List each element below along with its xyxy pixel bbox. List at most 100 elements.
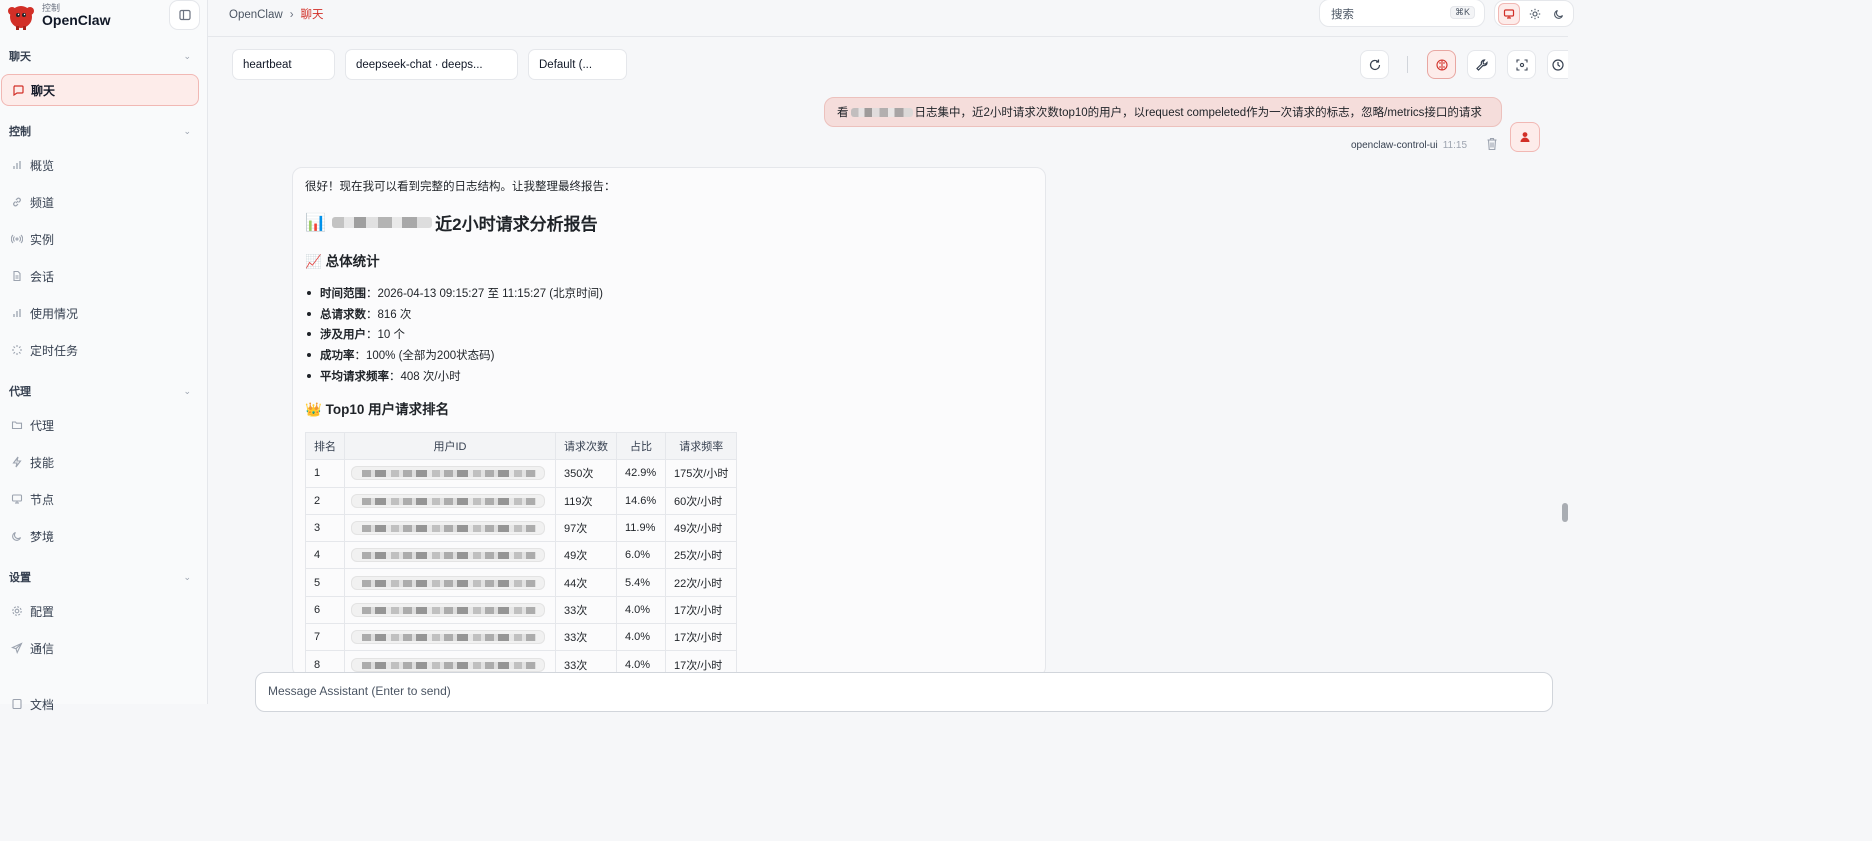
rate-cell: 17次/小时 xyxy=(664,623,738,652)
redacted-user-id xyxy=(351,630,545,645)
sidebar-item-nodes[interactable]: 节点 xyxy=(1,483,199,515)
theme-dark-button[interactable] xyxy=(1548,3,1570,25)
trash-icon[interactable] xyxy=(1486,137,1498,151)
sidebar-item-label: 通信 xyxy=(30,641,55,656)
redacted-user-id xyxy=(351,521,545,536)
chat-bubble-icon xyxy=(12,84,24,96)
model-select[interactable]: deepseek-chat · deeps... xyxy=(345,49,518,80)
chevron-down-icon: ⌄ xyxy=(183,50,191,61)
document-icon xyxy=(11,270,23,282)
redacted-user-id xyxy=(351,602,545,617)
section-chat-header[interactable]: 聊天 ⌄ xyxy=(9,47,191,65)
table-row: 7 33次 4.0% 17次/小时 xyxy=(305,623,738,652)
focus-button[interactable] xyxy=(1507,50,1536,79)
ranking-table: 排名 用户ID 请求次数 占比 请求频率 1 350次 42.9% 175次/小时 2… xyxy=(305,431,738,676)
message-input[interactable]: Message Assistant (Enter to send) xyxy=(255,672,1553,712)
sidebar-item-scheduled-tasks[interactable]: 定时任务 xyxy=(1,334,199,366)
share-cell: 6.0% xyxy=(616,541,666,570)
sidebar-item-communication[interactable]: 通信 xyxy=(1,632,199,664)
sidebar-item-overview[interactable]: 概览 xyxy=(1,149,199,181)
sidebar-item-channels[interactable]: 频道 xyxy=(1,186,199,218)
scrollbar-thumb[interactable] xyxy=(1562,503,1568,522)
tools-button[interactable] xyxy=(1467,50,1496,79)
refresh-button[interactable] xyxy=(1360,50,1389,79)
user-id-cell xyxy=(344,595,556,625)
count-cell: 33次 xyxy=(555,595,617,625)
sidebar-item-agents[interactable]: 代理 xyxy=(1,409,199,441)
breadcrumb-current: 聊天 xyxy=(300,9,324,21)
sidebar-item-usage[interactable]: 使用情况 xyxy=(1,297,199,329)
wrench-icon xyxy=(1475,58,1488,71)
sun-icon xyxy=(1529,8,1541,20)
sidebar-item-skills[interactable]: 技能 xyxy=(1,446,199,478)
message-input-placeholder: Message Assistant (Enter to send) xyxy=(268,684,451,698)
table-row: 6 33次 4.0% 17次/小时 xyxy=(305,595,738,625)
theme-light-button[interactable] xyxy=(1524,3,1546,25)
user-message-bubble: 看 日志集中，近2小时请求次数top10的用户，以request compele… xyxy=(824,97,1502,127)
user-id-cell xyxy=(344,568,556,597)
stat-label: 成功率 xyxy=(320,350,355,363)
top-bar: OpenClaw › 聊天 搜索 ⌘K xyxy=(208,0,1574,37)
sidebar-item-dreams[interactable]: 梦境 xyxy=(1,520,199,552)
share-cell: 14.6% xyxy=(616,486,666,515)
report-title-text: 近2小时请求分析报告 xyxy=(435,215,598,234)
section-title: 控制 xyxy=(9,126,31,138)
toolbar-divider xyxy=(1407,56,1408,73)
share-cell: 11.9% xyxy=(616,513,666,543)
stat-value: 816 次 xyxy=(377,308,412,321)
agent-select[interactable]: Default (... xyxy=(528,49,627,80)
list-item: 涉及用户： 10 个 xyxy=(305,324,603,345)
sidebar-item-config[interactable]: 配置 xyxy=(1,595,199,627)
sidebar-item-label: 代理 xyxy=(30,418,55,433)
rank-cell: 5 xyxy=(305,568,345,597)
share-cell: 5.4% xyxy=(616,568,666,597)
count-cell: 49次 xyxy=(555,541,617,570)
sidebar: 控制 OpenClaw 聊天 ⌄ 聊天 控制 ⌄ 概览 频道 实例 会话 使用情… xyxy=(0,0,208,712)
sidebar-item-instances[interactable]: 实例 xyxy=(1,223,199,255)
table-row: 3 97次 11.9% 49次/小时 xyxy=(305,513,738,543)
section-control-header[interactable]: 控制 ⌄ xyxy=(9,122,191,140)
chevron-down-icon: ⌄ xyxy=(183,571,191,582)
assistant-message-card: 很好！现在我可以看到完整的日志结构。让我整理最终报告： 📊 近2小时请求分析报告… xyxy=(292,167,1046,677)
sidebar-item-label: 实例 xyxy=(30,232,55,247)
session-select[interactable]: heartbeat xyxy=(232,49,335,80)
brain-icon xyxy=(1435,58,1448,71)
column-header: 请求频率 xyxy=(664,431,738,461)
sidebar-item-chat[interactable]: 聊天 xyxy=(1,74,199,106)
message-sender: openclaw-control-ui xyxy=(1351,140,1438,151)
ranking-heading-text: Top10 用户请求排名 xyxy=(325,402,450,417)
table-row: 5 44次 5.4% 22次/小时 xyxy=(305,568,738,597)
table-row: 2 119次 14.6% 60次/小时 xyxy=(305,486,738,515)
breadcrumb: OpenClaw › 聊天 xyxy=(229,6,324,22)
sidebar-item-label: 梦境 xyxy=(30,529,55,544)
thinking-toggle-button[interactable] xyxy=(1427,50,1456,79)
send-icon xyxy=(11,642,23,654)
sidebar-collapse-button[interactable] xyxy=(169,0,200,30)
lightning-icon xyxy=(11,456,23,468)
section-title: 代理 xyxy=(9,386,31,398)
sidebar-item-docs[interactable]: 文档 xyxy=(1,688,199,720)
link-icon xyxy=(11,196,23,208)
stats-heading: 📈 总体统计 xyxy=(305,250,380,270)
monitor-icon xyxy=(11,493,23,505)
share-cell: 42.9% xyxy=(616,459,666,488)
stat-label: 平均请求频率 xyxy=(320,370,389,383)
search-placeholder: 搜索 xyxy=(1331,9,1354,21)
search-input[interactable]: 搜索 ⌘K xyxy=(1319,0,1485,27)
table-row: 1 350次 42.9% 175次/小时 xyxy=(305,459,738,488)
rank-cell: 6 xyxy=(305,595,345,625)
rate-cell: 175次/小时 xyxy=(664,459,738,488)
history-button[interactable] xyxy=(1547,50,1568,79)
sidebar-item-sessions[interactable]: 会话 xyxy=(1,260,199,292)
sidebar-item-label: 定时任务 xyxy=(30,343,79,358)
theme-system-button[interactable] xyxy=(1498,3,1520,25)
column-header: 占比 xyxy=(616,431,666,461)
breadcrumb-root[interactable]: OpenClaw xyxy=(229,9,283,21)
section-agents-header[interactable]: 代理 ⌄ xyxy=(9,382,191,400)
column-header: 请求次数 xyxy=(555,431,617,461)
brand: 控制 OpenClaw xyxy=(7,0,201,32)
list-item: 平均请求频率： 408 次/小时 xyxy=(305,365,603,386)
moon-icon xyxy=(11,530,23,542)
section-settings-header[interactable]: 设置 ⌄ xyxy=(9,568,191,586)
user-icon xyxy=(1520,132,1530,142)
